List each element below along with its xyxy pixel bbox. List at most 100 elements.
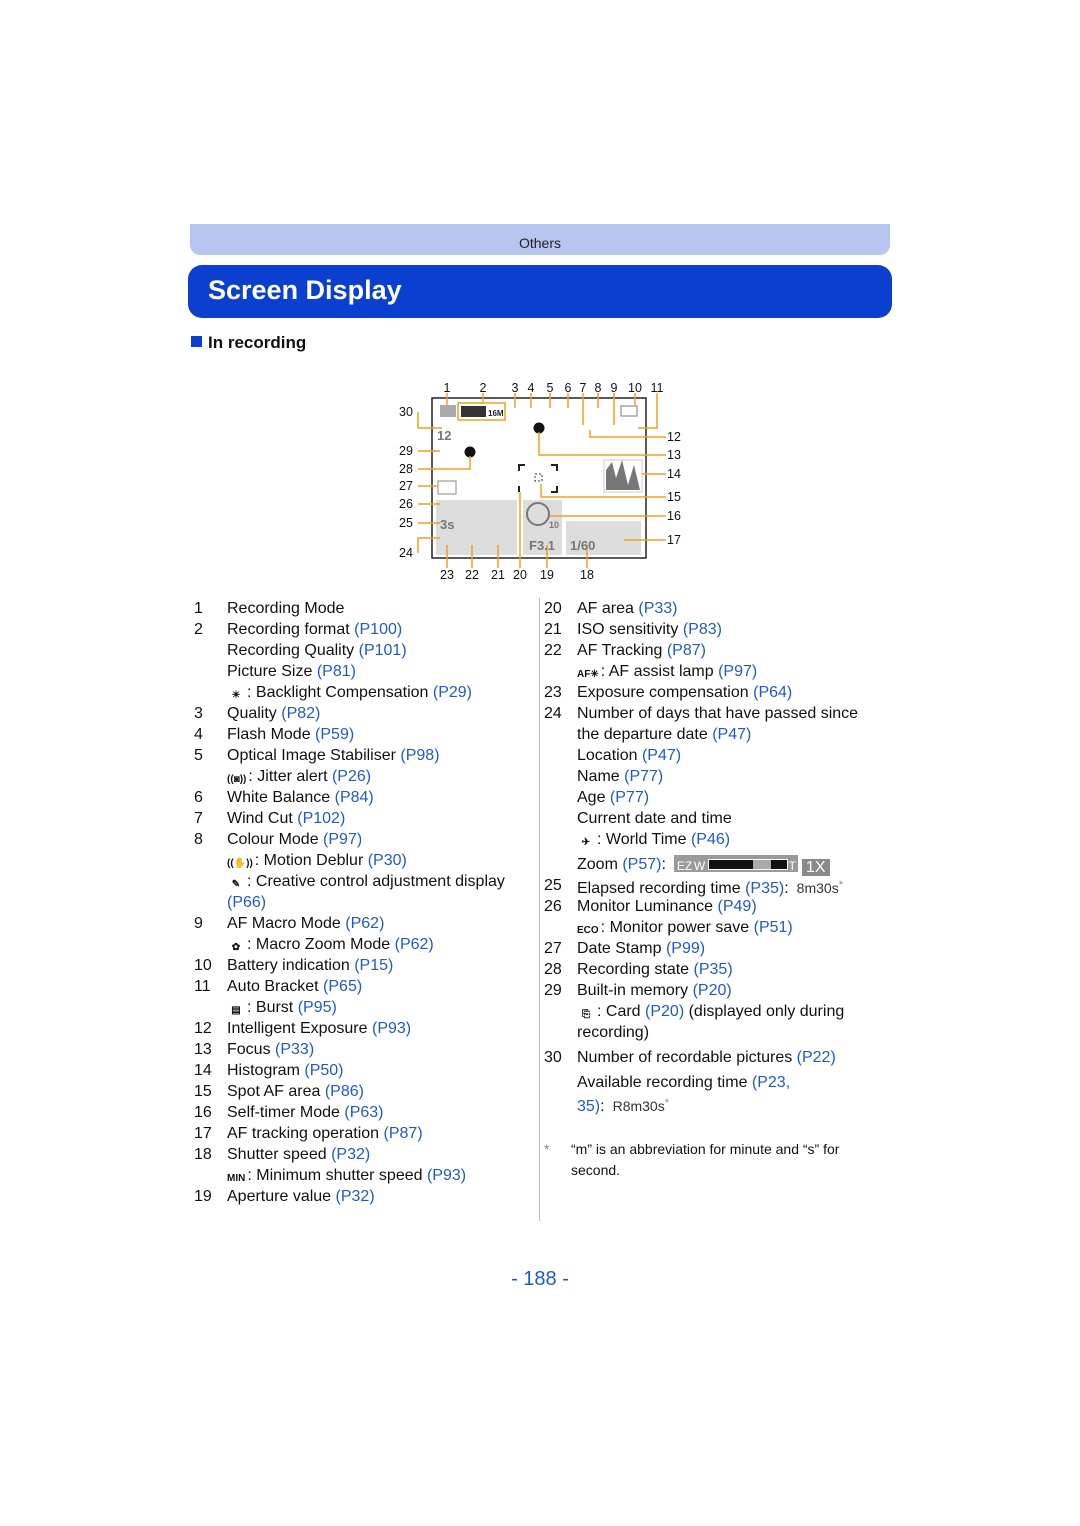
list-item: the departure date (P47) <box>544 724 884 745</box>
item-suffix: : <box>600 1098 605 1115</box>
page-reference-link[interactable]: (P47) <box>712 726 751 743</box>
list-item: 35): R8m30s* <box>544 1093 884 1117</box>
page-reference-link[interactable]: (P20) <box>645 1003 684 1020</box>
page-reference-link[interactable]: (P65) <box>323 978 362 995</box>
page-reference-link[interactable]: (P49) <box>718 898 757 915</box>
item-text-line: White Balance (P84) <box>227 787 374 808</box>
page-reference-link[interactable]: (P33) <box>638 600 677 617</box>
page-reference-link[interactable]: (P93) <box>427 1167 466 1184</box>
page-reference-link[interactable]: (P64) <box>753 684 792 701</box>
item-number: 27 <box>544 940 562 957</box>
item-label: Focus <box>227 1041 276 1058</box>
page-reference-link[interactable]: (P32) <box>331 1146 370 1163</box>
page-reference-link[interactable]: (P62) <box>345 915 384 932</box>
zoom-t-label: T <box>788 859 796 873</box>
page-reference-link[interactable]: (P101) <box>359 642 407 659</box>
page-reference-link[interactable]: (P84) <box>335 789 374 806</box>
page-reference-link[interactable]: (P30) <box>368 852 407 869</box>
list-item: 27 Date Stamp (P99) <box>544 938 884 959</box>
item-text-line: Monitor Luminance (P49) <box>577 896 757 917</box>
page-reference-link[interactable]: (P87) <box>667 642 706 659</box>
page-reference-link[interactable]: (P77) <box>610 789 649 806</box>
page-reference-link[interactable]: (P66) <box>227 894 266 911</box>
page-reference-link[interactable]: (P35) <box>694 961 733 978</box>
page-title: Screen Display <box>208 275 402 305</box>
page-reference-link[interactable]: (P95) <box>298 999 337 1016</box>
page-reference-link[interactable]: (P77) <box>624 768 663 785</box>
callout-number: 2 <box>480 381 487 395</box>
callout-number: 5 <box>547 381 554 395</box>
item-label: Elapsed recording time <box>577 880 746 897</box>
item-label: Built-in memory <box>577 982 693 999</box>
page-reference-link[interactable]: (P62) <box>395 936 434 953</box>
page-reference-link[interactable]: (P83) <box>683 621 722 638</box>
page-reference-link[interactable]: (P26) <box>332 768 371 785</box>
osd-sample: R8m30s <box>612 1098 665 1114</box>
list-item: ✎: Creative control adjustment display <box>194 871 534 892</box>
item-text-line: Optical Image Stabiliser (P98) <box>227 745 440 766</box>
callout-number: 9 <box>611 381 618 395</box>
item-text-line: ✈: World Time (P46) <box>577 829 730 850</box>
zoom-level-bar <box>707 859 788 870</box>
page-reference-link[interactable]: (P33) <box>275 1041 314 1058</box>
page-reference-link[interactable]: (P100) <box>354 621 402 638</box>
page-reference-link[interactable]: (P97) <box>718 663 757 680</box>
item-number: 22 <box>544 642 562 659</box>
item-suffix: (displayed only during <box>684 1003 845 1020</box>
left-column-list: 1 Recording Mode 2 Recording format (P100) R… <box>194 598 534 1207</box>
page-reference-link[interactable]: (P102) <box>297 810 345 827</box>
list-item: Recording Quality (P101) <box>194 640 534 661</box>
page-reference-link[interactable]: (P86) <box>325 1083 364 1100</box>
title-bar: Screen Display <box>188 265 892 318</box>
page-reference-link[interactable]: (P46) <box>691 831 730 848</box>
page-reference-link[interactable]: (P93) <box>372 1020 411 1037</box>
page-reference-link[interactable]: (P51) <box>754 919 793 936</box>
page-reference-link[interactable]: (P50) <box>304 1062 343 1079</box>
page-reference-link[interactable]: (P23, <box>752 1074 790 1091</box>
item-label: Wind Cut <box>227 810 298 827</box>
callout-number: 7 <box>580 381 587 395</box>
list-item: 4 Flash Mode (P59) <box>194 724 534 745</box>
item-label: Picture Size <box>227 663 317 680</box>
item-text-line: 35): R8m30s* <box>577 1093 669 1117</box>
footnote-text: “m” is an abbreviation for minute and “s… <box>571 1141 840 1178</box>
item-suffix: : <box>661 856 666 873</box>
page-reference-link[interactable]: (P22) <box>797 1049 836 1066</box>
item-label: Monitor Luminance <box>577 898 718 915</box>
item-text-line: Name (P77) <box>577 766 663 787</box>
page-reference-link[interactable]: (P29) <box>433 684 472 701</box>
item-text-line: Recording state (P35) <box>577 959 733 980</box>
page-reference-link[interactable]: (P32) <box>336 1188 375 1205</box>
list-item: 10 Battery indication (P15) <box>194 955 534 976</box>
page-reference-link[interactable]: (P35) <box>745 880 784 897</box>
zoom-w-label: W <box>693 859 706 873</box>
osd-shutter: 1/60 <box>570 538 595 553</box>
item-label: AF area <box>577 600 639 617</box>
page-reference-link[interactable]: (P82) <box>281 705 320 722</box>
callout-number: 28 <box>399 462 413 476</box>
page-reference-link[interactable]: (P47) <box>642 747 681 764</box>
page-reference-link[interactable]: (P59) <box>315 726 354 743</box>
item-label: Number of recordable pictures <box>577 1049 797 1066</box>
item-label: : Creative control adjustment display <box>247 873 505 890</box>
callout-number: 3 <box>512 381 519 395</box>
page-reference-link[interactable]: (P57) <box>622 856 661 873</box>
page-reference-link[interactable]: 35) <box>577 1098 600 1115</box>
list-item: Age (P77) <box>544 787 884 808</box>
list-item: 23 Exposure compensation (P64) <box>544 682 884 703</box>
item-number: 9 <box>194 915 203 932</box>
callout-number: 12 <box>667 430 681 444</box>
page-reference-link[interactable]: (P87) <box>384 1125 423 1142</box>
callout-number: 11 <box>651 381 664 395</box>
item-number: 15 <box>194 1083 212 1100</box>
page-reference-link[interactable]: (P81) <box>317 663 356 680</box>
page-reference-link[interactable]: (P15) <box>354 957 393 974</box>
item-number: 16 <box>194 1104 212 1121</box>
page-reference-link[interactable]: (P99) <box>666 940 705 957</box>
list-item: ✿: Macro Zoom Mode (P62) <box>194 934 534 955</box>
page-reference-link[interactable]: (P98) <box>400 747 439 764</box>
page-reference-link[interactable]: (P63) <box>344 1104 383 1121</box>
osd-sample: 8m30s <box>796 880 839 896</box>
page-reference-link[interactable]: (P20) <box>693 982 732 999</box>
page-reference-link[interactable]: (P97) <box>323 831 362 848</box>
